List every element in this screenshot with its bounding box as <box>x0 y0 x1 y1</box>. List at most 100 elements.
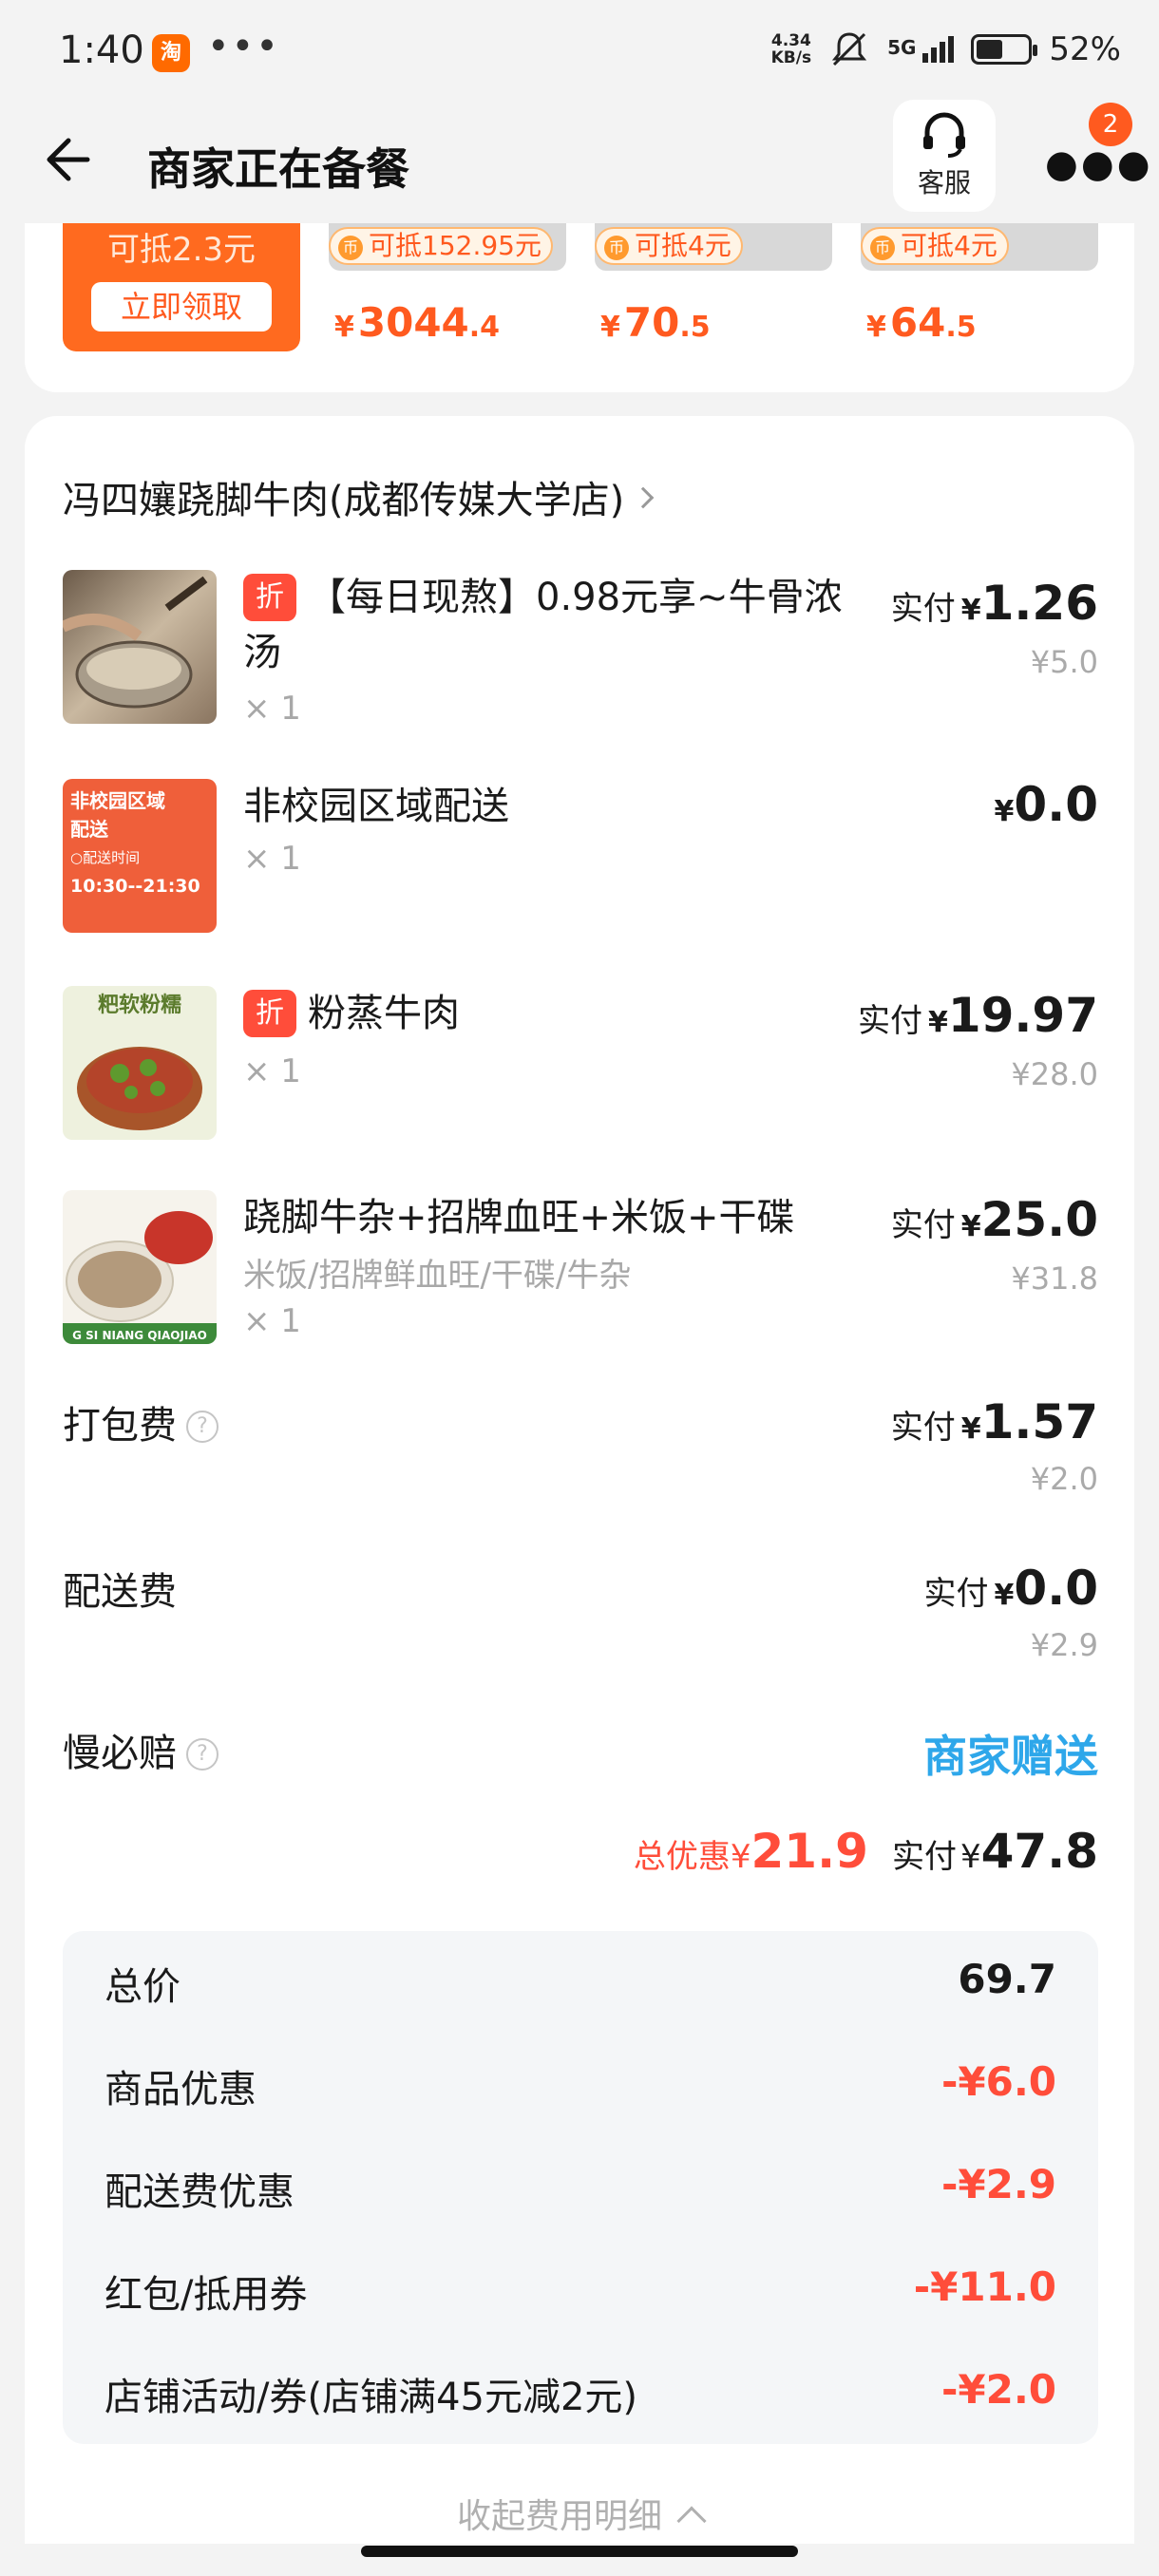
fee-breakdown-panel: 总价 69.7 商品优惠 -¥6.0 配送费优惠 -¥2.9 红包/抵用券 -¥… <box>63 1931 1098 2444</box>
item-thumbnail: G SI NIANG QIAOJIAO <box>63 1190 217 1344</box>
item-original-price: ¥31.8 <box>1011 1260 1098 1297</box>
item-qty: × 1 <box>243 840 301 878</box>
order-item[interactable]: G SI NIANG QIAOJIAO 跷脚牛杂+招牌血旺+米饭+干碟 米饭/招… <box>63 1190 1098 1352</box>
net-speed: 4.34 KB/s <box>770 31 812 67</box>
breakdown-row: 红包/抵用券 -¥11.0 <box>104 2263 1056 2317</box>
total-discount-value: 21.9 <box>750 1824 868 1879</box>
status-bar: 1:40 淘 ••• 4.34 KB/s 5G 52% <box>0 0 1159 104</box>
battery-fill <box>977 40 1003 59</box>
signal-bar <box>931 47 938 63</box>
item-name: 非校园区域配送 <box>243 785 509 828</box>
status-right: 4.34 KB/s 5G 52% <box>771 28 1121 70</box>
coin-icon: 币 <box>604 236 629 260</box>
item-thumbnail <box>63 570 217 724</box>
promo-product-image[interactable]: 币可抵4元 <box>861 223 1098 271</box>
order-item[interactable]: 折【每日现熬】0.98元享~牛骨浓汤 × 1 实付 ¥1.26 ¥5.0 <box>63 570 1098 731</box>
thumb-caption: G SI NIANG QIAOJIAO <box>72 1329 207 1342</box>
packing-fee-row: 打包费? 实付 ¥1.57 ¥2.0 <box>63 1394 1098 1499</box>
order-summary[interactable]: 总优惠¥21.9 实付 ¥47.8 <box>634 1824 1098 1879</box>
back-arrow-icon[interactable] <box>38 131 95 188</box>
breakdown-row: 商品优惠 -¥6.0 <box>104 2058 1056 2112</box>
delivery-fee-paid: 实付 ¥0.0 <box>923 1561 1098 1616</box>
claim-coupon-button[interactable]: 立即领取 <box>91 282 272 331</box>
battery-icon <box>971 34 1038 65</box>
item-spec: 米饭/招牌鲜血旺/干碟/牛杂 <box>243 1257 632 1295</box>
thumb-caption: 粑软粉糯 <box>97 994 181 1017</box>
promo-product-tag: 币可抵152.95元 <box>329 227 553 265</box>
headset-icon <box>923 112 965 158</box>
item-original-price: ¥28.0 <box>1011 1056 1098 1092</box>
more-menu-icon[interactable]: ●●● <box>1045 142 1153 186</box>
packing-fee-original: ¥2.0 <box>1030 1461 1098 1497</box>
delivery-fee-row: 配送费 实付 ¥0.0 ¥2.9 <box>63 1561 1098 1665</box>
status-time: 1:40 <box>59 28 144 72</box>
promo-product-price[interactable]: ¥64.5 <box>866 299 977 346</box>
packing-fee-paid: 实付 ¥1.57 <box>890 1394 1098 1449</box>
page-title: 商家正在备餐 <box>147 143 409 195</box>
breakdown-row: 总价 69.7 <box>104 1956 1056 2009</box>
header: 商家正在备餐 客服 ●●● <box>0 95 1159 223</box>
mute-icon <box>831 32 867 66</box>
item-name: 折粉蒸牛肉 <box>243 986 460 1041</box>
coin-icon: 币 <box>338 236 363 260</box>
coupon: 可抵2.3元 立即领取 <box>63 223 300 351</box>
shop-name-link[interactable]: 冯四孃跷脚牛肉(成都传媒大学店) <box>63 469 655 524</box>
breakdown-row: 配送费优惠 -¥2.9 <box>104 2161 1056 2214</box>
promo-product-image[interactable]: 币可抵152.95元 <box>329 223 566 271</box>
order-item[interactable]: 粑软粉糯 折粉蒸牛肉 × 1 实付 ¥19.97 ¥28.0 <box>63 986 1098 1147</box>
late-compensation-label: 慢必赔? <box>63 1722 218 1777</box>
delivery-fee-label: 配送费 <box>63 1570 177 1614</box>
breakdown-row: 店铺活动/券(店铺满45元减2元) -¥2.0 <box>104 2366 1056 2419</box>
item-original-price: ¥5.0 <box>1030 644 1098 680</box>
chevron-right-icon <box>632 486 655 509</box>
item-paid: ¥0.0 <box>994 777 1098 832</box>
help-icon[interactable]: ? <box>186 1738 218 1771</box>
beef-combo-image <box>63 1211 217 1344</box>
signal-bar <box>940 42 946 63</box>
discount-tag: 折 <box>243 990 296 1037</box>
item-qty: × 1 <box>243 690 301 728</box>
help-icon[interactable]: ? <box>186 1411 218 1443</box>
notification-badge: 2 <box>1089 103 1132 146</box>
item-paid: 实付 ¥25.0 <box>890 1192 1098 1247</box>
total-paid-value: 47.8 <box>980 1824 1098 1879</box>
customer-service-button[interactable]: 客服 <box>893 100 996 212</box>
promo-product-image[interactable]: 币可抵4元 <box>595 223 832 271</box>
delivery-fee-original: ¥2.9 <box>1030 1627 1098 1663</box>
coupon-amount: 可抵2.3元 <box>106 231 256 269</box>
promo-product-tag: 币可抵4元 <box>595 227 743 265</box>
signal-icon: 5G <box>887 36 955 63</box>
chevron-up-icon <box>676 2506 707 2536</box>
collapse-fee-details-button[interactable]: 收起费用明细 <box>25 2489 1134 2538</box>
order-card: 冯四孃跷脚牛肉(成都传媒大学店) 折【每日现熬】0.98元享~牛骨浓汤 × 1 … <box>25 416 1134 2544</box>
more-notifications-icon: ••• <box>207 25 280 68</box>
packing-fee-label: 打包费? <box>63 1394 218 1449</box>
total-discount-label: 总优惠 <box>633 1838 731 1876</box>
battery-percent: 52% <box>1049 30 1121 68</box>
service-label: 客服 <box>917 167 971 199</box>
promo-product-tag: 币可抵4元 <box>861 227 1009 265</box>
item-name: 跷脚牛杂+招牌血旺+米饭+干碟 <box>243 1196 795 1240</box>
signal-label: 5G <box>887 36 917 59</box>
order-item[interactable]: 非校园区域 配送 ○配送时间 10:30--21:30 非校园区域配送 × 1 … <box>63 777 1098 940</box>
discount-tag: 折 <box>243 574 296 621</box>
item-thumbnail: 粑软粉糯 <box>63 986 217 1140</box>
coin-icon: 币 <box>870 236 895 260</box>
promo-product-price[interactable]: ¥3044.4 <box>334 299 500 346</box>
order-summary-row: 总优惠¥21.9 实付 ¥47.8 <box>63 1824 1098 1890</box>
promo-card: 可抵2.3元 立即领取 币可抵152.95元 ¥3044.4 币可抵4元 ¥70… <box>25 223 1134 392</box>
item-qty: × 1 <box>243 1052 301 1090</box>
promo-product-price[interactable]: ¥70.5 <box>600 299 711 346</box>
merchant-gift-label: 商家赠送 <box>923 1731 1098 1782</box>
home-indicator[interactable] <box>361 2546 798 2557</box>
item-name: 折【每日现熬】0.98元享~牛骨浓汤 <box>243 574 843 674</box>
late-compensation-row: 慢必赔? 商家赠送 <box>63 1722 1098 1789</box>
item-paid: 实付 ¥1.26 <box>890 576 1098 631</box>
item-qty: × 1 <box>243 1302 301 1340</box>
signal-bar <box>922 53 929 63</box>
item-thumbnail: 非校园区域 配送 ○配送时间 10:30--21:30 <box>63 779 217 933</box>
soup-ladle-image <box>63 576 208 709</box>
signal-bar <box>948 36 955 63</box>
total-paid-label: 实付 <box>891 1838 957 1876</box>
taobao-app-icon: 淘 <box>152 34 190 72</box>
